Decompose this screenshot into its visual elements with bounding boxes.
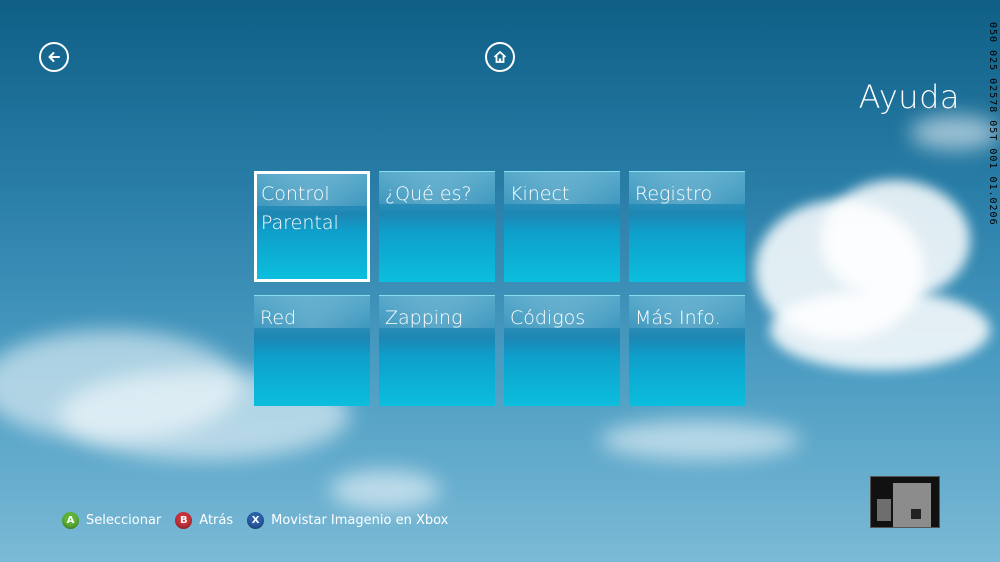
kinect-silhouette-detail-2: [911, 509, 921, 519]
legend-select[interactable]: A Seleccionar: [62, 512, 161, 529]
legend-label: Seleccionar: [86, 513, 162, 528]
a-button-icon: A: [62, 512, 79, 529]
cloud-mid: [600, 420, 800, 460]
tile-label: Zapping: [385, 307, 463, 329]
tile-label: Red: [260, 307, 297, 329]
help-tile-grid: Control Parental ¿Qué es? Kinect Registr…: [254, 171, 745, 406]
tile-label: Más Info.: [635, 307, 721, 329]
tile-control-parental[interactable]: Control Parental: [254, 171, 370, 282]
legend-movistar[interactable]: X Movistar Imagenio en Xbox: [247, 512, 448, 529]
page-title: Ayuda: [858, 78, 960, 116]
kinect-silhouette-detail: [877, 499, 891, 521]
tile-zapping[interactable]: Zapping: [379, 295, 495, 406]
kinect-camera-preview: [870, 476, 940, 528]
tile-label: Kinect: [510, 183, 570, 205]
cloud-bottom: [330, 470, 440, 510]
legend-label: Atrás: [199, 513, 234, 528]
tile-label: Registro: [635, 183, 713, 205]
legend-back[interactable]: B Atrás: [175, 512, 233, 529]
tile-registro[interactable]: Registro: [629, 171, 745, 282]
tile-kinect[interactable]: Kinect: [504, 171, 620, 282]
tile-codigos[interactable]: Códigos: [504, 295, 620, 406]
b-button-icon: B: [175, 512, 193, 529]
cloud-right-2: [820, 180, 970, 300]
x-button-icon: X: [247, 512, 265, 529]
tile-label: ¿Qué es?: [385, 183, 472, 205]
debug-code-strip: 050 025 02578 05T 001 01.0206: [987, 22, 998, 226]
back-button[interactable]: [39, 42, 69, 72]
home-button[interactable]: [485, 42, 515, 72]
tile-que-es[interactable]: ¿Qué es?: [379, 171, 495, 282]
cloud-right-3: [770, 290, 990, 370]
back-arrow-icon: [48, 52, 60, 62]
tile-label: Códigos: [510, 307, 586, 329]
tile-red[interactable]: Red: [254, 295, 370, 406]
tile-mas-info[interactable]: Más Info.: [629, 295, 745, 406]
legend-label: Movistar Imagenio en Xbox: [271, 513, 449, 528]
tile-label: Control Parental: [261, 183, 339, 234]
controller-legend: A Seleccionar B Atrás X Movistar Imageni…: [62, 512, 462, 529]
kinect-silhouette: [893, 483, 931, 527]
home-icon: [493, 51, 507, 63]
